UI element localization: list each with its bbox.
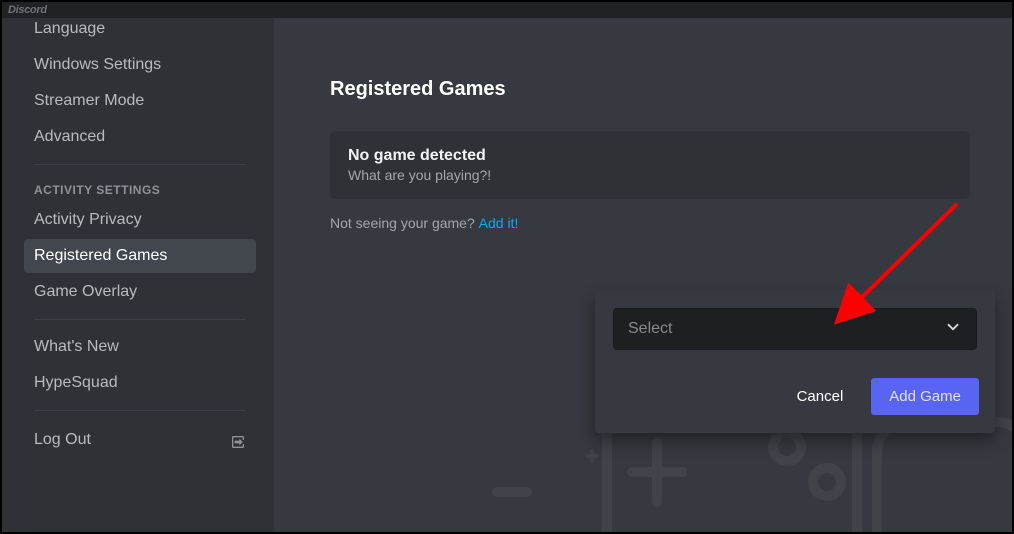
sidebar-item-activity-privacy[interactable]: Activity Privacy	[24, 203, 256, 237]
add-it-link[interactable]: Add it!	[479, 215, 519, 231]
sidebar-item-advanced[interactable]: Advanced	[24, 120, 256, 154]
sidebar-item-whats-new[interactable]: What's New	[24, 330, 256, 364]
sidebar-item-streamer-mode[interactable]: Streamer Mode	[24, 84, 256, 118]
detect-subtitle: What are you playing?!	[348, 167, 952, 183]
sidebar-item-hypesquad[interactable]: HypeSquad	[24, 366, 256, 400]
sidebar-item-logout[interactable]: Log Out	[24, 421, 256, 458]
select-placeholder: Select	[628, 320, 672, 338]
app-name: Discord	[8, 4, 47, 16]
game-detect-panel: No game detected What are you playing?!	[330, 131, 970, 199]
sidebar-item-game-overlay[interactable]: Game Overlay	[24, 275, 256, 309]
add-game-popup: Select Cancel Add Game	[595, 290, 995, 433]
game-select-dropdown[interactable]: Select	[613, 308, 977, 350]
sidebar-item-windows-settings[interactable]: Windows Settings	[24, 48, 256, 82]
page-title: Registered Games	[330, 78, 1012, 101]
cancel-button[interactable]: Cancel	[791, 380, 850, 413]
sidebar-item-registered-games[interactable]: Registered Games	[24, 239, 256, 273]
settings-sidebar: Language Windows Settings Streamer Mode …	[2, 18, 274, 532]
chevron-down-icon	[944, 318, 962, 341]
logout-icon	[230, 429, 246, 450]
detect-title: No game detected	[348, 147, 952, 165]
sidebar-header-activity: ACTIVITY SETTINGS	[24, 175, 256, 201]
sidebar-separator	[34, 164, 246, 165]
sidebar-separator	[34, 319, 246, 320]
settings-main: Registered Games No game detected What a…	[274, 18, 1012, 532]
add-game-hint: Not seeing your game? Add it!	[330, 215, 1012, 231]
sidebar-item-language[interactable]: Language	[24, 18, 256, 46]
add-game-button[interactable]: Add Game	[871, 378, 979, 415]
hint-text: Not seeing your game?	[330, 215, 479, 231]
window-titlebar: Discord	[2, 2, 1012, 18]
sidebar-separator	[34, 410, 246, 411]
